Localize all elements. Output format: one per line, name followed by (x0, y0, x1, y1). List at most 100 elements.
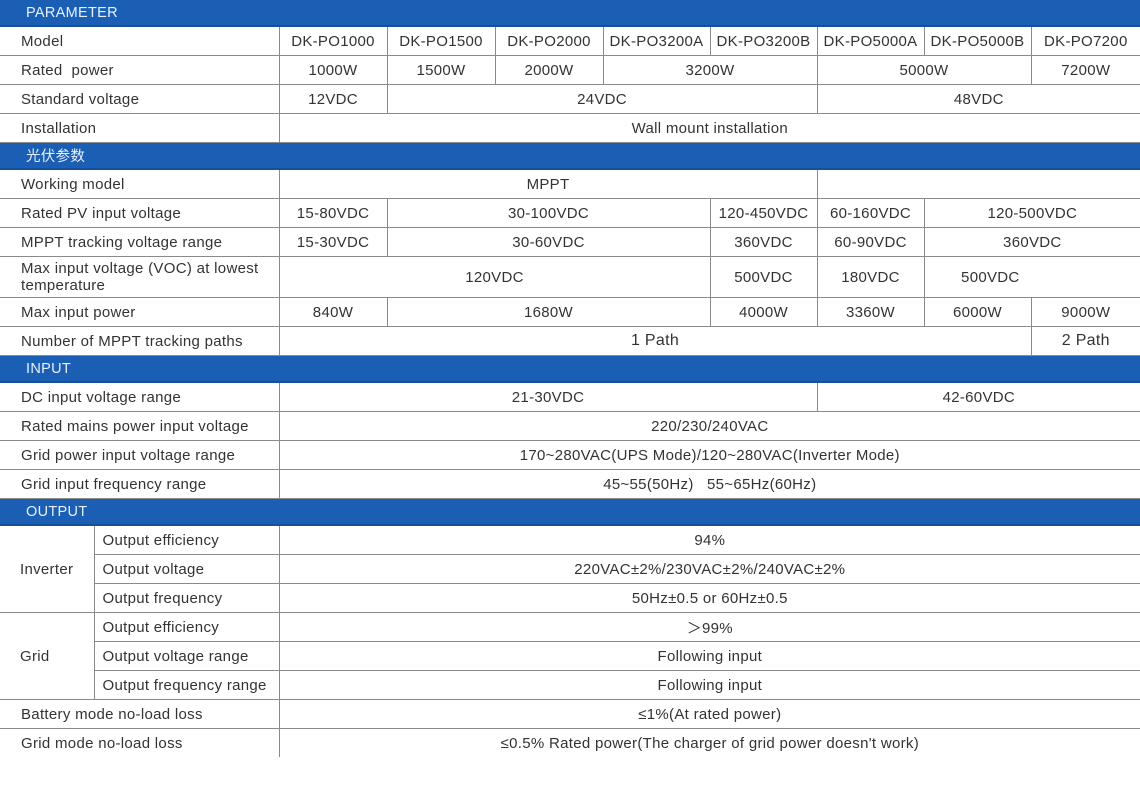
value-cell (816, 168, 1140, 199)
row-label: Grid power input voltage range (0, 440, 280, 470)
value-cell: 120VDC (278, 256, 711, 298)
value-cell: 5000W (816, 55, 1032, 85)
row-label: Installation (0, 113, 280, 143)
value-cell: Wall mount installation (278, 113, 1140, 143)
value-cell: 24VDC (386, 84, 818, 114)
spec-table: PARAMETER Model DK-PO1000 DK-PO1500 DK-P… (0, 0, 1140, 757)
row-grid-loss: Grid mode no-load loss ≤0.5% Rated power… (0, 728, 1140, 757)
value-cell: 220/230/240VAC (278, 411, 1140, 441)
value-cell: 9000W (1030, 297, 1140, 327)
value-cell: MPPT (278, 168, 818, 199)
section-title: INPUT (0, 355, 1140, 383)
value-cell: 94% (278, 524, 1140, 555)
value-cell: 840W (278, 297, 388, 327)
value-cell: 180VDC (816, 256, 925, 298)
row-rated-pv-input: Rated PV input voltage 15-80VDC 30-100VD… (0, 198, 1140, 228)
row-grid-efficiency: Grid Output efficiency ＞99% (0, 612, 1140, 700)
row-label: Number of MPPT tracking paths (0, 326, 280, 356)
value-cell: ＞99% (278, 612, 1140, 642)
row-label: Rated mains power input voltage (0, 411, 280, 441)
row-label: Working model (0, 168, 280, 199)
value-cell: 48VDC (816, 84, 1140, 114)
row-grid-input-range: Grid power input voltage range 170~280VA… (0, 440, 1140, 470)
row-grid-frequency: Grid input frequency range 45~55(50Hz) 5… (0, 469, 1140, 499)
value-cell: 21-30VDC (278, 381, 818, 412)
value-cell: 220VAC±2%/230VAC±2%/240VAC±2% (278, 554, 1140, 584)
value-cell: 500VDC (709, 256, 818, 298)
row-inverter-efficiency: Inverter Output efficiency 94% (0, 524, 1140, 613)
value-cell: 1680W (386, 297, 711, 327)
row-label: Max input voltage (VOC) at lowest temper… (0, 256, 280, 298)
row-max-voc: Max input voltage (VOC) at lowest temper… (0, 256, 1140, 298)
row-label: MPPT tracking voltage range (0, 227, 280, 257)
value-cell: ≤0.5% Rated power(The charger of grid po… (278, 728, 1140, 757)
row-label: Output efficiency (93, 524, 280, 555)
row-label: Rated power (0, 55, 280, 85)
row-label: Rated PV input voltage (0, 198, 280, 228)
row-dc-input-range: DC input voltage range 21-30VDC 42-60VDC (0, 381, 1140, 412)
row-label: Grid mode no-load loss (0, 728, 280, 757)
value-cell: 50Hz±0.5 or 60Hz±0.5 (278, 583, 1140, 613)
row-model: Model DK-PO1000 DK-PO1500 DK-PO2000 DK-P… (0, 25, 1140, 56)
row-label: Output voltage range (94, 641, 280, 671)
row-label: DC input voltage range (0, 381, 280, 412)
section-header-pv: 光伏参数 (0, 142, 1140, 170)
section-header-input: INPUT (0, 355, 1140, 383)
value-cell: 12VDC (278, 84, 388, 114)
value-cell: 30-60VDC (386, 227, 711, 257)
value-cell: ≤1%(At rated power) (278, 699, 1140, 729)
row-mppt-paths: Number of MPPT tracking paths 1 Path 2 P… (0, 326, 1140, 356)
group-label-inverter: Inverter (0, 524, 95, 613)
value-cell: 60-90VDC (816, 227, 925, 257)
row-inverter-voltage: Output voltage 220VAC±2%/230VAC±2%/240VA… (0, 554, 1140, 584)
value-cell: 1500W (386, 55, 496, 85)
section-header-parameter: PARAMETER (0, 0, 1140, 27)
row-max-input-power: Max input power 840W 1680W 4000W 3360W 6… (0, 297, 1140, 327)
section-title: OUTPUT (0, 498, 1140, 526)
row-standard-voltage: Standard voltage 12VDC 24VDC 48VDC (0, 84, 1140, 114)
model-cell: DK-PO1000 (278, 25, 388, 56)
value-cell: 15-80VDC (278, 198, 388, 228)
value-cell: 45~55(50Hz) 55~65Hz(60Hz) (278, 469, 1140, 499)
value-cell: 1000W (278, 55, 388, 85)
row-working-model: Working model MPPT (0, 168, 1140, 199)
model-cell: DK-PO1500 (386, 25, 496, 56)
value-cell: 120-500VDC (923, 198, 1140, 228)
value-cell: 3360W (816, 297, 925, 327)
section-title: PARAMETER (0, 0, 1140, 27)
value-cell: 60-160VDC (816, 198, 925, 228)
value-cell: 4000W (709, 297, 818, 327)
row-label: Output frequency (94, 583, 280, 613)
row-label: Model (0, 25, 280, 56)
model-cell: DK-PO3200A (602, 25, 711, 56)
model-cell: DK-PO5000A (816, 25, 925, 56)
model-cell: DK-PO2000 (494, 25, 604, 56)
row-label: Standard voltage (0, 84, 280, 114)
value-cell: Following input (278, 670, 1140, 700)
value-cell: 360VDC (923, 227, 1140, 257)
value-cell: 360VDC (709, 227, 818, 257)
row-mppt-range: MPPT tracking voltage range 15-30VDC 30-… (0, 227, 1140, 257)
row-grid-frequency-range: Output frequency range Following input (0, 670, 1140, 700)
row-installation: Installation Wall mount installation (0, 113, 1140, 143)
value-cell: 2 Path (1030, 326, 1140, 356)
value-cell: 3200W (602, 55, 818, 85)
model-cell: DK-PO7200 (1030, 25, 1140, 56)
row-label: Output frequency range (94, 670, 280, 700)
row-grid-voltage-range: Output voltage range Following input (0, 641, 1140, 671)
row-label: Grid input frequency range (0, 469, 280, 499)
row-label: Battery mode no-load loss (0, 699, 280, 729)
row-label: Output voltage (94, 554, 280, 584)
value-cell: 2000W (494, 55, 604, 85)
row-rated-power: Rated power 1000W 1500W 2000W 3200W 5000… (0, 55, 1140, 85)
value-cell: 30-100VDC (386, 198, 711, 228)
value-cell: 15-30VDC (278, 227, 388, 257)
row-label: Max input power (0, 297, 280, 327)
value-cell: 170~280VAC(UPS Mode)/120~280VAC(Inverter… (278, 440, 1140, 470)
value-cell: 120-450VDC (709, 198, 818, 228)
model-cell: DK-PO3200B (709, 25, 818, 56)
value-cell: 1 Path (278, 326, 1032, 356)
row-inverter-frequency: Output frequency 50Hz±0.5 or 60Hz±0.5 (0, 583, 1140, 613)
row-rated-mains: Rated mains power input voltage 220/230/… (0, 411, 1140, 441)
value-cell: 6000W (923, 297, 1032, 327)
